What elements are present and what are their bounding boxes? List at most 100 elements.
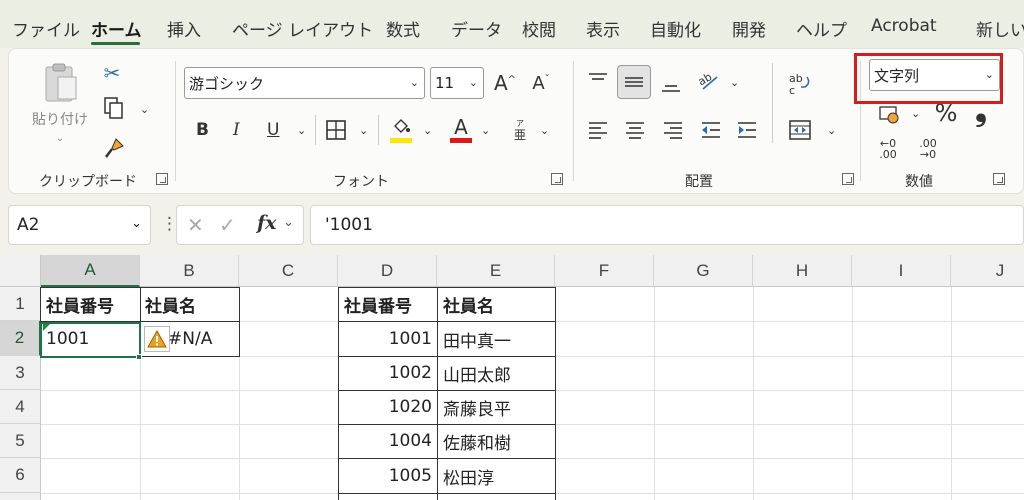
decrease-indent-button[interactable] — [697, 117, 725, 143]
cell-e3[interactable]: 山田太郎 — [439, 356, 555, 390]
copy-button[interactable] — [99, 95, 129, 121]
error-check-button[interactable] — [144, 326, 170, 352]
cell-d4[interactable]: 1020 — [340, 390, 436, 424]
wrap-text-button[interactable]: ab c — [785, 69, 815, 99]
cancel-icon[interactable]: ✕ — [187, 213, 204, 237]
cell-e4[interactable]: 斎藤良平 — [439, 390, 555, 424]
tab-automate[interactable]: 自動化 — [650, 16, 701, 41]
align-center-button[interactable] — [621, 117, 649, 143]
column-header[interactable]: J — [951, 255, 1024, 287]
cell-d2[interactable]: 1001 — [340, 322, 436, 356]
align-top-button[interactable] — [584, 67, 612, 95]
row-header[interactable] — [0, 493, 41, 500]
number-format-highlight — [854, 53, 1003, 104]
phonetic-dropdown-icon[interactable]: ⌄ — [540, 124, 549, 137]
tab-formulas[interactable]: 数式 — [386, 16, 420, 41]
fill-handle[interactable] — [136, 354, 142, 360]
increase-indent-button[interactable] — [733, 117, 761, 143]
decrease-font-button[interactable]: Aˇ — [527, 69, 555, 97]
tab-data[interactable]: データ — [451, 16, 502, 41]
tab-page-layout[interactable]: ページ レイアウト — [232, 16, 373, 41]
underline-button[interactable]: U — [267, 120, 279, 140]
copy-dropdown-icon[interactable]: ⌄ — [140, 103, 149, 116]
paste-button[interactable]: 貼り付け ⌄ — [27, 61, 93, 161]
cell-b1[interactable]: 社員名 — [141, 287, 238, 321]
column-header[interactable]: B — [140, 255, 239, 287]
column-header[interactable]: A — [41, 255, 140, 287]
cell-e1[interactable]: 社員名 — [439, 287, 555, 321]
cell-e6[interactable]: 松田淳 — [439, 459, 555, 493]
select-all-corner[interactable] — [0, 255, 41, 287]
tab-developer[interactable]: 開発 — [732, 16, 766, 41]
column-header[interactable]: E — [437, 255, 555, 287]
row-header[interactable]: 5 — [0, 424, 41, 458]
name-box[interactable]: A2 ⌄ — [8, 205, 151, 245]
cell-a1[interactable]: 社員番号 — [42, 287, 139, 321]
increase-decimal-button[interactable]: ←0 .00 — [873, 135, 903, 163]
align-right-button[interactable] — [659, 117, 687, 143]
accounting-dropdown-icon[interactable]: ⌄ — [911, 107, 920, 120]
cell-d3[interactable]: 1002 — [340, 356, 436, 390]
accounting-format-button[interactable] — [875, 101, 905, 127]
cell-e5[interactable]: 佐藤和樹 — [439, 424, 555, 458]
increase-font-button[interactable]: A^ — [491, 69, 519, 97]
font-color-button[interactable]: A — [447, 113, 475, 145]
orientation-button[interactable]: ab — [695, 67, 723, 95]
clipboard-launcher-icon[interactable] — [156, 173, 168, 185]
column-header[interactable]: F — [555, 255, 654, 287]
align-left-icon — [589, 122, 607, 139]
cell-d5[interactable]: 1004 — [340, 424, 436, 458]
number-launcher-icon[interactable] — [993, 173, 1005, 185]
tab-new[interactable]: 新しい — [976, 16, 1024, 41]
bold-button[interactable]: B — [196, 120, 209, 140]
fill-color-button[interactable] — [387, 115, 415, 145]
decrease-decimal-button[interactable]: .00 →0 — [913, 135, 943, 163]
tab-home[interactable]: ホーム — [91, 16, 142, 41]
cut-button[interactable]: ✂ — [101, 61, 123, 85]
fill-color-dropdown-icon[interactable]: ⌄ — [423, 124, 432, 137]
underline-dropdown-icon[interactable]: ⌄ — [297, 124, 306, 137]
alignment-launcher-icon[interactable] — [842, 173, 854, 185]
column-header[interactable]: G — [654, 255, 753, 287]
insert-function-button[interactable]: fx — [257, 212, 277, 234]
worksheet-grid[interactable]: A B C D E F G H I J 1 2 3 4 5 6 社員番号 社員名… — [0, 255, 1024, 500]
column-header[interactable]: D — [338, 255, 437, 287]
format-painter-button[interactable] — [101, 135, 127, 161]
column-header[interactable]: H — [753, 255, 852, 287]
tab-file[interactable]: ファイル — [12, 16, 80, 41]
tab-insert[interactable]: 挿入 — [167, 16, 201, 41]
formula-input[interactable]: '1001 — [310, 205, 1024, 245]
cell-d1[interactable]: 社員番号 — [340, 287, 436, 321]
font-name-select[interactable]: 游ゴシック ⌄ — [184, 67, 425, 99]
align-left-button[interactable] — [584, 117, 612, 143]
font-size-select[interactable]: 11 ⌄ — [430, 67, 484, 99]
row-header[interactable]: 2 — [0, 321, 41, 356]
row-header[interactable]: 6 — [0, 458, 41, 493]
decrease-indent-icon — [702, 122, 720, 138]
row-header[interactable]: 4 — [0, 390, 41, 424]
chevron-down-icon[interactable]: ⌄ — [283, 215, 294, 230]
borders-button[interactable] — [323, 117, 349, 143]
column-header[interactable]: C — [239, 255, 338, 287]
italic-button[interactable]: I — [233, 120, 240, 140]
align-bottom-button[interactable] — [657, 69, 685, 97]
align-middle-button[interactable] — [617, 65, 651, 99]
orientation-dropdown-icon[interactable]: ⌄ — [730, 76, 739, 89]
phonetic-button[interactable]: ア 亜 — [509, 115, 531, 145]
cell-e2[interactable]: 田中真一 — [439, 322, 555, 356]
tab-review[interactable]: 校閲 — [522, 16, 556, 41]
borders-dropdown-icon[interactable]: ⌄ — [359, 124, 368, 137]
merge-dropdown-icon[interactable]: ⌄ — [827, 124, 836, 137]
cell-b2[interactable]: #N/A — [164, 322, 238, 356]
tab-help[interactable]: ヘルプ — [796, 16, 847, 41]
row-header[interactable]: 1 — [0, 287, 41, 321]
column-header[interactable]: I — [852, 255, 951, 287]
row-header[interactable]: 3 — [0, 356, 41, 390]
cell-d6[interactable]: 1005 — [340, 459, 436, 493]
tab-view[interactable]: 表示 — [586, 16, 620, 41]
font-color-dropdown-icon[interactable]: ⌄ — [481, 124, 490, 137]
merge-center-button[interactable] — [785, 115, 815, 145]
tab-acrobat[interactable]: Acrobat — [871, 16, 937, 36]
font-launcher-icon[interactable] — [551, 173, 563, 185]
enter-icon[interactable]: ✓ — [219, 213, 236, 237]
